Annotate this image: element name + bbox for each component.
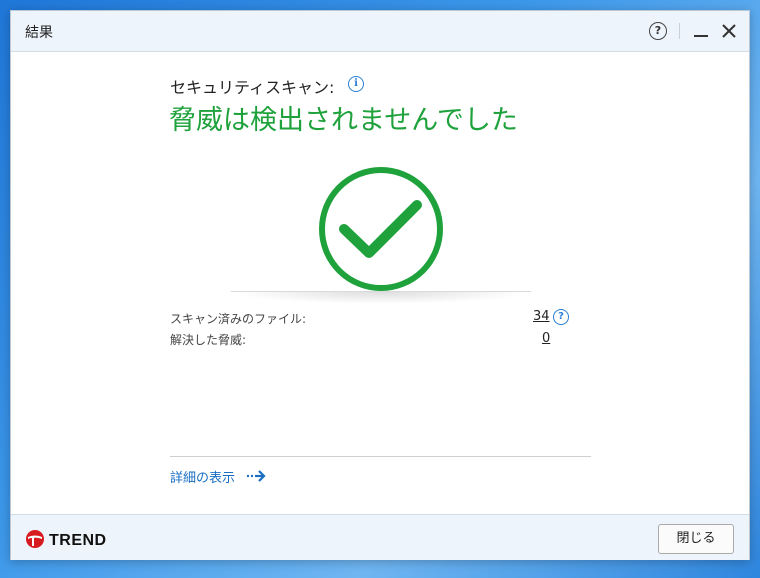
graphic-shadow (231, 291, 531, 304)
resolved-threats-label: 解決した脅威: (170, 333, 247, 347)
divider (170, 456, 591, 457)
minimize-icon[interactable] (693, 23, 709, 39)
help-icon[interactable]: ? (649, 22, 667, 40)
scan-result-heading: 脅威は検出されませんでした (169, 105, 518, 136)
scan-type-label: セキュリティスキャン: (170, 78, 335, 97)
help-icon[interactable]: ? (553, 309, 569, 325)
brand-name: TREND (49, 532, 107, 549)
show-details-link[interactable]: 詳細の表示 (170, 467, 235, 486)
info-icon[interactable]: i (348, 76, 364, 92)
results-dialog: 結果 ? セキュリティスキャン: i 脅威は検出されませんでした スキャン済みの… (10, 10, 750, 560)
close-button[interactable]: 閉じる (658, 524, 734, 554)
checkmark-icon (319, 167, 443, 291)
title-bar: 結果 ? (11, 11, 749, 52)
trend-logo: TREND (25, 529, 106, 549)
trend-logo-icon (26, 530, 44, 548)
close-icon[interactable] (720, 22, 738, 40)
scanned-files-value[interactable]: 34 (533, 309, 550, 324)
scanned-files-label: スキャン済みのファイル: (170, 312, 307, 326)
arrow-right-icon[interactable] (246, 470, 266, 482)
titlebar-divider (679, 23, 680, 39)
footer-bar: TREND 閉じる (11, 514, 749, 560)
resolved-threats-value[interactable]: 0 (542, 331, 550, 346)
window-title: 結果 (25, 25, 53, 41)
